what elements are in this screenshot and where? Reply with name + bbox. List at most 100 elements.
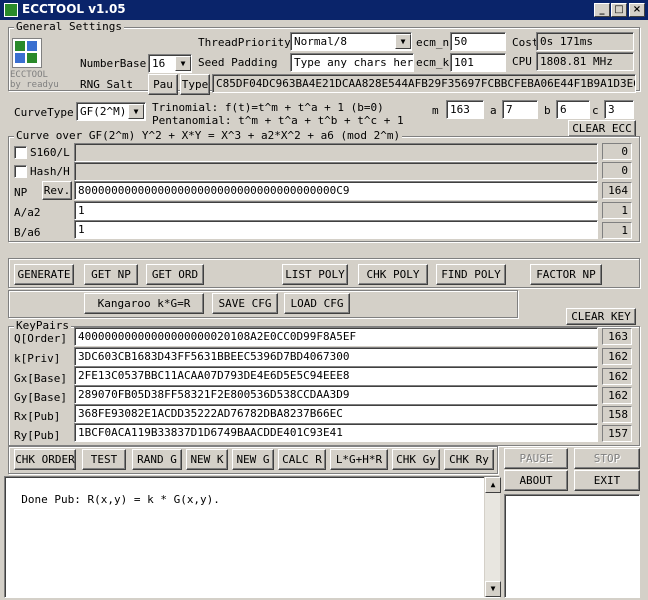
seed-padding-input[interactable]: Type any chars here [290, 53, 414, 72]
exit-button[interactable]: EXIT [574, 470, 640, 491]
side-output-box [504, 494, 640, 598]
c-input[interactable]: 3 [604, 100, 634, 119]
np-label: NP [14, 186, 28, 199]
rev-button[interactable]: Rev. [42, 181, 72, 200]
keypair-label: Q[Order] [14, 332, 67, 345]
pau-button[interactable]: Pau [148, 74, 178, 95]
keypair-value[interactable]: 289070FB05D38FF58321F2E800536D538CCDAA3D… [74, 385, 598, 404]
rng-salt-value: C85DF04DC963BA4E21DCAA828E544AFB29F35697… [212, 74, 636, 93]
keypair-value[interactable]: 1BCF0ACA119B33837D1D6749BAACDDE401C93E41 [74, 423, 598, 442]
general-settings-legend: General Settings [14, 20, 124, 33]
m-input[interactable]: 163 [446, 100, 484, 119]
np-count: 164 [602, 182, 632, 199]
logo-text-2: by readyu [10, 80, 59, 90]
keypair-value[interactable]: 2FE13C0537BBC11ACAA07D793DE4E6D5E5C94EEE… [74, 366, 598, 385]
np-input[interactable]: 800000000000000000000000000000000000000C… [74, 181, 598, 200]
keypair-label: Gy[Base] [14, 391, 67, 404]
chk-gy-button[interactable]: CHK Gy [392, 449, 440, 470]
load-cfg-button[interactable]: LOAD CFG [284, 293, 350, 314]
number-base-label: NumberBase [80, 57, 147, 70]
ecm-n-input[interactable]: 50 [450, 32, 506, 51]
keypairs-legend: KeyPairs [14, 319, 71, 332]
chevron-down-icon[interactable]: ▼ [128, 104, 144, 119]
ecm-k-input[interactable]: 101 [450, 53, 506, 72]
about-button[interactable]: ABOUT [504, 470, 568, 491]
keypair-value[interactable]: 3DC603CB1683D43FF5631BBEEC5396D7BD406730… [74, 347, 598, 366]
pentanomial-text: Pentanomial: t^m + t^a + t^b + t^c + 1 [152, 114, 404, 127]
new-g-button[interactable]: NEW G [232, 449, 274, 470]
curve-type-label: CurveType [14, 106, 74, 119]
stop-button[interactable]: STOP [574, 448, 640, 469]
factor-np-button[interactable]: FACTOR NP [530, 264, 602, 285]
app-icon [4, 3, 18, 17]
keypair-count: 163 [602, 328, 632, 345]
keypair-label: Rx[Pub] [14, 410, 61, 423]
keypair-count: 162 [602, 368, 632, 385]
b-label: b [544, 104, 551, 117]
s160-field [74, 143, 598, 162]
minimize-button[interactable]: _ [594, 3, 610, 17]
s160-checkbox[interactable] [14, 146, 27, 159]
curve-legend: Curve over GF(2^m) Y^2 + X*Y = X^3 + a2*… [14, 129, 403, 142]
c-label: c [592, 104, 599, 117]
new-k-button[interactable]: NEW K [186, 449, 228, 470]
scroll-up-icon[interactable]: ▲ [485, 477, 501, 493]
type-button[interactable]: Type [180, 74, 210, 95]
get-ord-button[interactable]: GET ORD [146, 264, 204, 285]
chk-order-button[interactable]: CHK ORDER [14, 449, 76, 470]
seed-padding-label: Seed Padding [198, 56, 278, 69]
log-scrollbar[interactable]: ▲ ▼ [484, 477, 501, 597]
lghr-button[interactable]: L*G+H*R [330, 449, 388, 470]
keypair-count: 162 [602, 387, 632, 404]
keypair-label: Gx[Base] [14, 372, 67, 385]
chevron-down-icon[interactable]: ▼ [175, 56, 191, 71]
a-input[interactable]: 7 [502, 100, 538, 119]
hash-checkbox[interactable] [14, 165, 27, 178]
list-poly-button[interactable]: LIST POLY [282, 264, 348, 285]
keypair-value[interactable]: 368FE93082E1ACDD35222AD76782DBA8237B66EC [74, 404, 598, 423]
save-cfg-button[interactable]: SAVE CFG [212, 293, 278, 314]
a6-label: B/a6 [14, 226, 41, 239]
logo-text-1: ECCTOOL [10, 70, 48, 80]
a2-count: 1 [602, 202, 632, 219]
keypair-count: 162 [602, 348, 632, 365]
keypair-value[interactable]: 40000000000000000000020108A2E0CC0D99F8A5… [74, 327, 598, 346]
log-text: Done Pub: R(x,y) = k * G(x,y). [21, 493, 220, 506]
log-textarea[interactable]: Done Pub: R(x,y) = k * G(x,y). [4, 476, 500, 598]
keypair-count: 158 [602, 406, 632, 423]
find-poly-button[interactable]: FIND POLY [436, 264, 506, 285]
ecm-k-label: ecm_k [416, 56, 450, 69]
rand-g-button[interactable]: RAND G [132, 449, 182, 470]
thread-priority-label: ThreadPriority [198, 36, 291, 49]
b-input[interactable]: 6 [556, 100, 590, 119]
calc-r-button[interactable]: CALC R [278, 449, 326, 470]
kangaroo-button[interactable]: Kangaroo k*G=R [84, 293, 204, 314]
get-np-button[interactable]: GET NP [84, 264, 138, 285]
close-button[interactable]: × [629, 3, 645, 17]
maximize-button[interactable]: □ [611, 3, 627, 17]
thread-priority-select[interactable]: Normal/8 [290, 32, 412, 51]
clear-ecc-button[interactable]: CLEAR ECC [568, 120, 636, 137]
keypair-label: k[Priv] [14, 352, 61, 365]
generate-button[interactable]: GENERATE [14, 264, 74, 285]
trinomial-text: Trinomial: f(t)=t^m + t^a + 1 (b=0) [152, 101, 384, 114]
test-button[interactable]: TEST [82, 449, 126, 470]
clear-key-button[interactable]: CLEAR KEY [566, 308, 636, 325]
s160-count: 0 [602, 143, 632, 160]
a6-count: 1 [602, 222, 632, 239]
cpu-value: 1808.81 MHz [536, 52, 634, 71]
chk-ry-button[interactable]: CHK Ry [444, 449, 494, 470]
a-label: a [490, 104, 497, 117]
a6-input[interactable]: 1 [74, 220, 598, 239]
cost-value: 0s 171ms [536, 32, 634, 51]
pause-button[interactable]: PAUSE [504, 448, 568, 469]
ecctool-logo [12, 38, 42, 68]
s160-label: S160/L [30, 146, 70, 159]
chk-poly-button[interactable]: CHK POLY [358, 264, 428, 285]
hash-label: Hash/H [30, 165, 70, 178]
hash-count: 0 [602, 162, 632, 179]
rng-salt-label: RNG Salt [80, 78, 133, 91]
scroll-down-icon[interactable]: ▼ [485, 581, 501, 597]
chevron-down-icon[interactable]: ▼ [395, 34, 411, 49]
a2-input[interactable]: 1 [74, 201, 598, 220]
